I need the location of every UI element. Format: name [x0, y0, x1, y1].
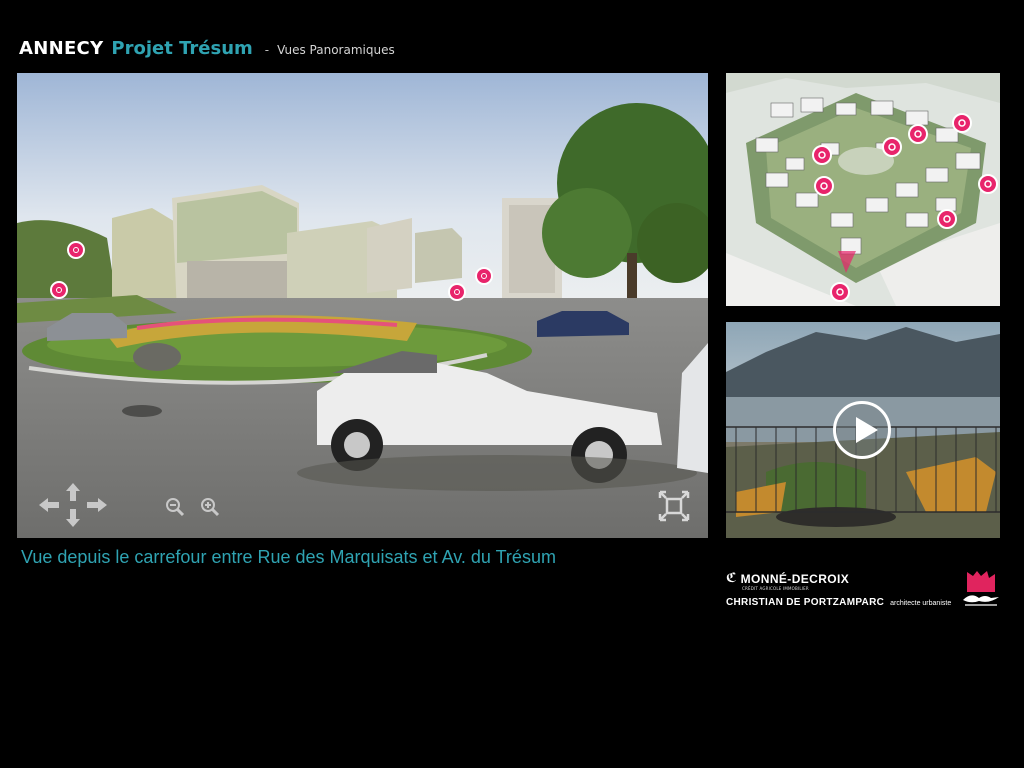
site-map[interactable]	[726, 73, 1000, 306]
arrow-down-icon	[66, 509, 80, 527]
pano-hotspot-1[interactable]	[67, 241, 85, 259]
video-preview[interactable]	[726, 322, 1000, 538]
panorama-image[interactable]	[17, 73, 708, 538]
zoom-in-button[interactable]	[200, 497, 220, 517]
arrow-up-icon	[66, 483, 80, 501]
developer-name: MONNÉ-DECROIX	[740, 571, 850, 586]
project-title: Projet Trésum	[111, 38, 253, 59]
arrow-right-icon	[87, 498, 107, 512]
annecy-city-logo	[961, 570, 1001, 610]
annecy-logo-icon	[963, 571, 999, 606]
zoom-out-button[interactable]	[165, 497, 185, 517]
page-header: ANNECY Projet Trésum - Vues Panoramiques	[19, 38, 395, 62]
pano-hotspot-4[interactable]	[448, 283, 466, 301]
city-title: ANNECY	[19, 38, 104, 59]
zoom-out-icon	[166, 498, 185, 517]
play-icon[interactable]	[833, 401, 891, 459]
pano-hotspot-2[interactable]	[50, 281, 68, 299]
portzamparc-logo: CHRISTIAN DE PORTZAMPARC architecte urba…	[726, 597, 951, 608]
zoom-in-icon	[201, 498, 220, 517]
pan-left-button[interactable]	[39, 498, 59, 512]
site-map-image	[726, 73, 1000, 306]
panorama-viewer[interactable]	[17, 73, 708, 538]
panorama-caption: Vue depuis le carrefour entre Rue des Ma…	[21, 547, 556, 567]
fullscreen-icon	[658, 490, 690, 522]
architect-name: CHRISTIAN DE PORTZAMPARC	[726, 597, 885, 608]
title-separator: -	[264, 43, 270, 57]
credit-agricole-mark: ℭ	[726, 571, 737, 586]
pan-right-button[interactable]	[87, 498, 107, 512]
pan-down-button[interactable]	[66, 509, 80, 527]
monne-decroix-logo: ℭ MONNÉ-DECROIX CRÉDIT AGRICOLE IMMOBILI…	[726, 571, 850, 591]
pano-hotspot-3[interactable]	[475, 267, 493, 285]
fullscreen-button[interactable]	[658, 490, 690, 522]
section-title: Vues Panoramiques	[277, 43, 395, 57]
pan-up-button[interactable]	[66, 483, 80, 501]
architect-role: architecte urbaniste	[890, 600, 952, 607]
arrow-left-icon	[39, 498, 59, 512]
developer-tagline: CRÉDIT AGRICOLE IMMOBILIER	[742, 586, 809, 591]
